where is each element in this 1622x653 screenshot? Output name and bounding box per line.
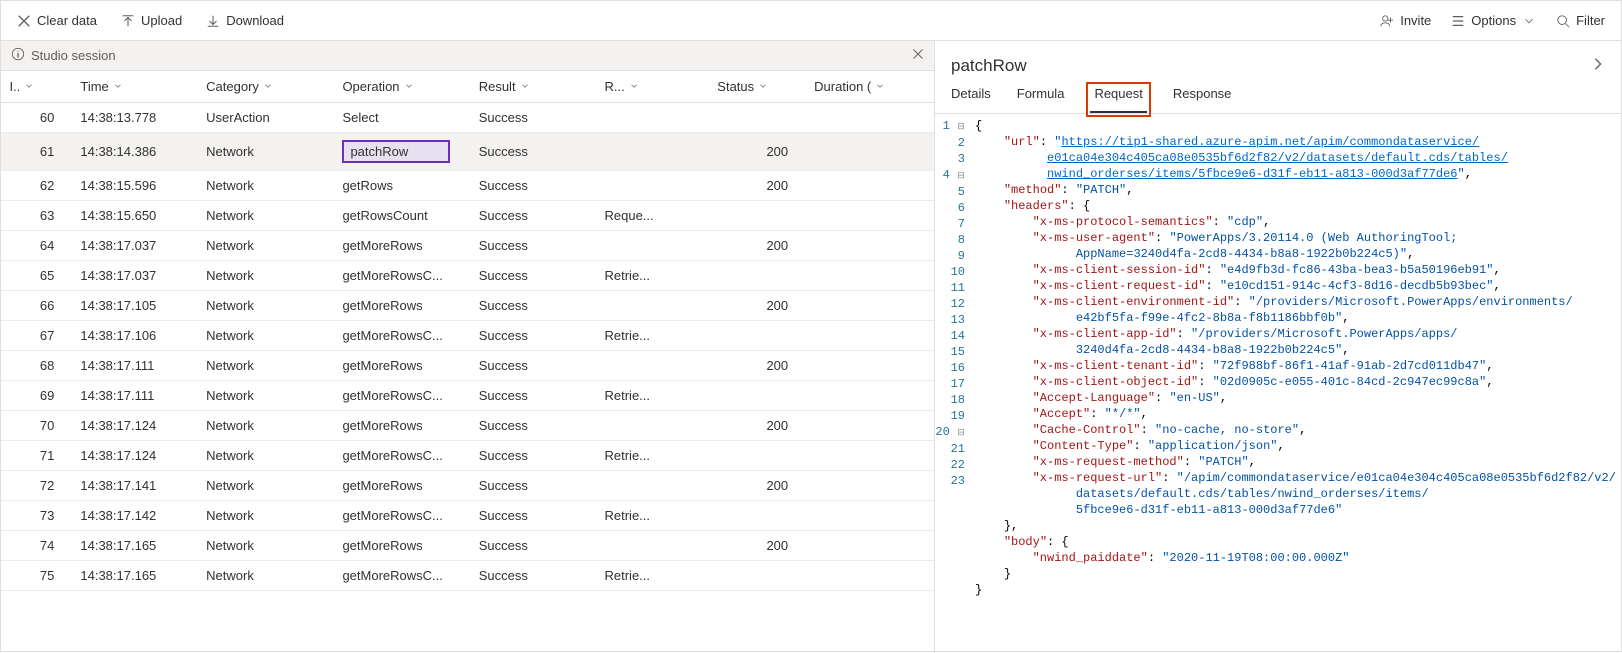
detail-panel: patchRow Details Formula Request Response 1… [935, 41, 1621, 653]
invite-button[interactable]: Invite [1380, 13, 1431, 28]
download-button[interactable]: Download [206, 13, 284, 28]
col-header[interactable]: Time [74, 71, 200, 103]
table-row[interactable]: 7414:38:17.165NetworkgetMoreRowsSuccess2… [1, 531, 934, 561]
col-header[interactable]: Operation [336, 71, 472, 103]
tab-details[interactable]: Details [951, 86, 991, 113]
table-row[interactable]: 6914:38:17.111NetworkgetMoreRowsC...Succ… [1, 381, 934, 411]
clear-label: Clear data [37, 13, 97, 28]
upload-button[interactable]: Upload [121, 13, 182, 28]
options-icon [1451, 14, 1465, 28]
upload-icon [121, 14, 135, 28]
table-row[interactable]: 6514:38:17.037NetworkgetMoreRowsC...Succ… [1, 261, 934, 291]
detail-tabs: Details Formula Request Response [935, 76, 1621, 114]
col-header[interactable]: I.. [1, 71, 74, 103]
col-header[interactable]: R... [599, 71, 704, 103]
table-row[interactable]: 7014:38:17.124NetworkgetMoreRowsSuccess2… [1, 411, 934, 441]
table-row[interactable]: 7214:38:17.141NetworkgetMoreRowsSuccess2… [1, 471, 934, 501]
table-row[interactable]: 6414:38:17.037NetworkgetMoreRowsSuccess2… [1, 231, 934, 261]
events-table[interactable]: I..TimeCategoryOperationResultR...Status… [1, 71, 934, 653]
table-row[interactable]: 6714:38:17.106NetworkgetMoreRowsC...Succ… [1, 321, 934, 351]
table-row[interactable]: 7114:38:17.124NetworkgetMoreRowsC...Succ… [1, 441, 934, 471]
options-label: Options [1471, 13, 1516, 28]
detail-title: patchRow [951, 56, 1027, 76]
table-row[interactable]: 6114:38:14.386NetworkpatchRowSuccess200 [1, 133, 934, 171]
clear-data-button[interactable]: Clear data [17, 13, 97, 28]
col-header[interactable]: Duration ( [808, 71, 934, 103]
upload-label: Upload [141, 13, 182, 28]
col-header[interactable]: Result [473, 71, 599, 103]
info-icon [11, 47, 25, 64]
session-label: Studio session [31, 48, 116, 63]
filter-button[interactable]: Filter [1556, 13, 1605, 28]
download-label: Download [226, 13, 284, 28]
table-row[interactable]: 6314:38:15.650NetworkgetRowsCountSuccess… [1, 201, 934, 231]
options-button[interactable]: Options [1451, 13, 1536, 28]
toolbar: Clear data Upload Download Invite Option… [1, 1, 1621, 41]
col-header[interactable]: Status [703, 71, 808, 103]
chevron-down-icon [1522, 14, 1536, 28]
next-button[interactable] [1591, 55, 1605, 76]
table-row[interactable]: 6814:38:17.111NetworkgetMoreRowsSuccess2… [1, 351, 934, 381]
download-icon [206, 14, 220, 28]
invite-label: Invite [1400, 13, 1431, 28]
table-row[interactable]: 7514:38:17.165NetworkgetMoreRowsC...Succ… [1, 561, 934, 591]
table-row[interactable]: 6014:38:13.778UserActionSelectSuccess [1, 103, 934, 133]
monitor-panel: Studio session I..TimeCategoryOperationR… [1, 41, 935, 653]
session-bar: Studio session [1, 41, 934, 71]
filter-icon [1556, 14, 1570, 28]
col-header[interactable]: Category [200, 71, 336, 103]
tab-request[interactable]: Request [1090, 86, 1146, 113]
session-close-button[interactable] [912, 48, 924, 63]
table-row[interactable]: 7314:38:17.142NetworkgetMoreRowsC...Succ… [1, 501, 934, 531]
table-row[interactable]: 6614:38:17.105NetworkgetMoreRowsSuccess2… [1, 291, 934, 321]
table-row[interactable]: 6214:38:15.596NetworkgetRowsSuccess200 [1, 171, 934, 201]
close-icon [17, 14, 31, 28]
filter-label: Filter [1576, 13, 1605, 28]
tab-response[interactable]: Response [1173, 86, 1232, 113]
request-body[interactable]: 1 ⊟2 3 4 ⊟5 6 7 8 9 10 11 12 13 14 15 16… [935, 114, 1621, 653]
invite-icon [1380, 14, 1394, 28]
tab-formula[interactable]: Formula [1017, 86, 1065, 113]
